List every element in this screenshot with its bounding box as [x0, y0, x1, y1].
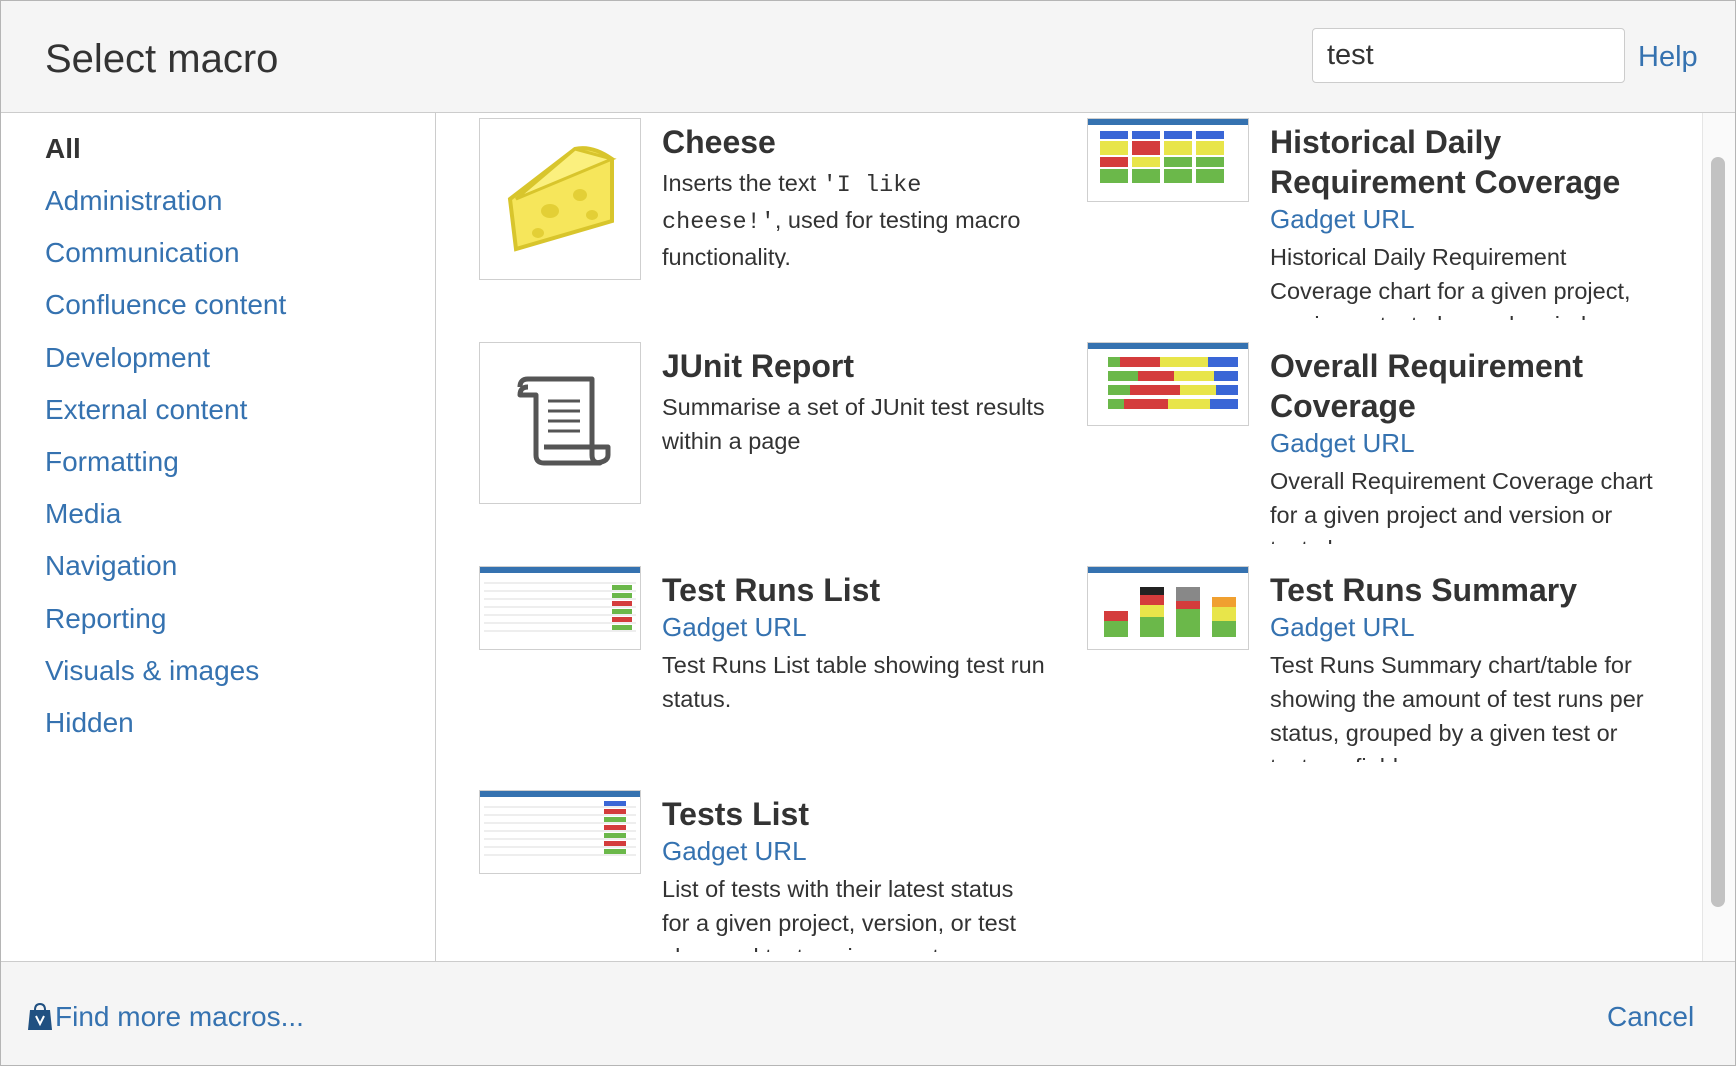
overall-info: Overall Requirement Coverage Gadget URL …: [1270, 342, 1655, 544]
scrollbar-thumb[interactable]: [1711, 157, 1725, 907]
cancel-button[interactable]: Cancel: [1607, 1001, 1694, 1033]
historical-coverage-thumbnail: [1087, 118, 1249, 202]
macro-name: Test Runs List: [662, 572, 881, 608]
category-media[interactable]: Media: [45, 498, 121, 530]
gadget-url-link[interactable]: Gadget URL: [1270, 610, 1655, 644]
runs-summary-info: Test Runs Summary Gadget URL Test Runs S…: [1270, 566, 1655, 762]
macro-name: Historical Daily Requirement Coverage: [1270, 124, 1621, 200]
category-visuals-images[interactable]: Visuals & images: [45, 655, 259, 687]
find-more-label: Find more macros...: [55, 1001, 304, 1032]
macro-description: Inserts the text 'I like cheese!', used …: [662, 170, 1021, 268]
dialog-header: Select macro Help: [1, 1, 1735, 113]
macro-description: Summarise a set of JUnit test results wi…: [662, 394, 1045, 454]
test-runs-summary-thumbnail: [1087, 566, 1249, 650]
category-administration[interactable]: Administration: [45, 185, 222, 217]
overall-coverage-thumbnail: [1087, 342, 1249, 426]
macro-name: Overall Requirement Coverage: [1270, 348, 1583, 424]
table-icon: [480, 791, 640, 856]
category-development[interactable]: Development: [45, 342, 210, 374]
horizontal-bar-chart-icon: [1088, 343, 1248, 409]
scrollbar-track[interactable]: [1702, 113, 1735, 961]
gadget-url-link[interactable]: Gadget URL: [1270, 426, 1655, 460]
dialog-title: Select macro: [45, 37, 279, 81]
category-hidden[interactable]: Hidden: [45, 707, 134, 739]
marketplace-bag-icon: [28, 1002, 52, 1030]
junit-info: JUnit Report Summarise a set of JUnit te…: [662, 342, 1047, 458]
cheese-icon: [507, 146, 617, 252]
column-chart-icon: [1088, 567, 1248, 637]
category-all[interactable]: All: [45, 133, 81, 165]
search-input[interactable]: [1312, 28, 1625, 83]
macro-description: Historical Daily Requirement Coverage ch…: [1270, 244, 1631, 320]
category-confluence-content[interactable]: Confluence content: [45, 289, 286, 321]
macro-description: Test Runs List table showing test run st…: [662, 652, 1045, 712]
tests-list-thumbnail: [479, 790, 641, 874]
category-external-content[interactable]: External content: [45, 394, 247, 426]
tests-list-info: Tests List Gadget URL List of tests with…: [662, 790, 1047, 952]
historical-info: Historical Daily Requirement Coverage Ga…: [1270, 118, 1655, 320]
dialog-footer: Find more macros... Cancel: [1, 961, 1735, 1065]
macro-list: Cheese Inserts the text 'I like cheese!'…: [436, 113, 1702, 961]
help-link[interactable]: Help: [1638, 41, 1698, 74]
gadget-url-link[interactable]: Gadget URL: [1270, 202, 1655, 236]
test-runs-list-thumbnail: [479, 566, 641, 650]
category-navigation[interactable]: Navigation: [45, 550, 177, 582]
macro-description: List of tests with their latest status f…: [662, 876, 1016, 952]
select-macro-dialog: Select macro Help All Administration Com…: [0, 0, 1736, 1066]
junit-thumbnail: [479, 342, 641, 504]
gadget-url-link[interactable]: Gadget URL: [662, 610, 1047, 644]
find-more-macros-link[interactable]: Find more macros...: [27, 1001, 304, 1033]
cheese-info: Cheese Inserts the text 'I like cheese!'…: [662, 118, 1047, 268]
macro-name: JUnit Report: [662, 348, 854, 384]
macro-name: Cheese: [662, 124, 776, 160]
macro-name: Test Runs Summary: [1270, 572, 1578, 608]
table-icon: [480, 567, 640, 632]
category-reporting[interactable]: Reporting: [45, 603, 166, 635]
category-communication[interactable]: Communication: [45, 237, 240, 269]
category-formatting[interactable]: Formatting: [45, 446, 179, 478]
category-sidebar: All Administration Communication Conflue…: [1, 113, 436, 961]
gadget-url-link[interactable]: Gadget URL: [662, 834, 1047, 868]
macro-description: Overall Requirement Coverage chart for a…: [1270, 468, 1653, 544]
scroll-icon: [517, 376, 611, 466]
macro-name: Tests List: [662, 796, 809, 832]
stacked-chart-icon: [1088, 119, 1248, 183]
cheese-thumbnail: [479, 118, 641, 280]
macro-description: Test Runs Summary chart/table for showin…: [1270, 652, 1644, 762]
runs-list-info: Test Runs List Gadget URL Test Runs List…: [662, 566, 1047, 716]
